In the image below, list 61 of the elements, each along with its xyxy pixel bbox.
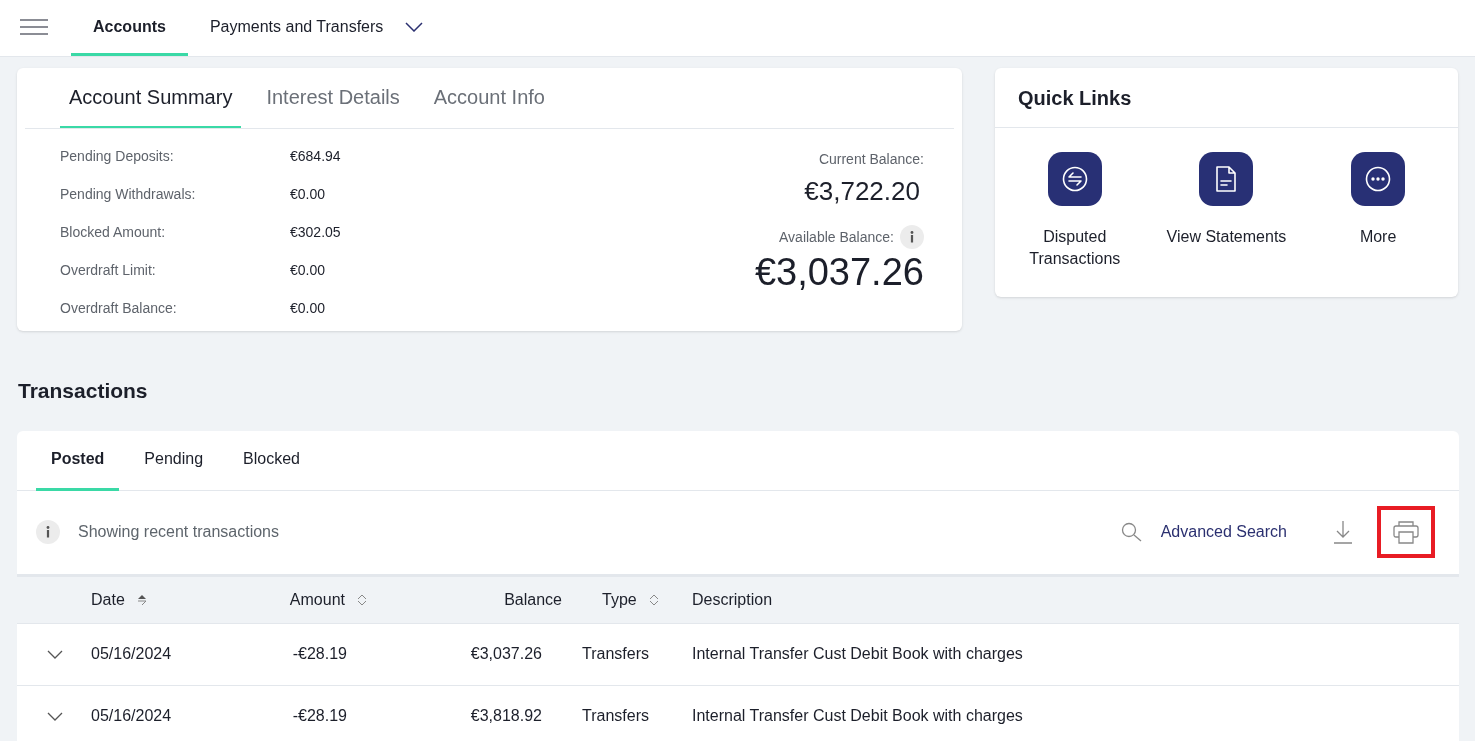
detail-label: Blocked Amount:: [60, 223, 167, 242]
column-header[interactable]: Amount: [289, 587, 345, 612]
available-balance-label: Available Balance:: [779, 227, 894, 247]
table-cell: Transfers: [582, 645, 649, 662]
detail-value: €302.05: [290, 223, 341, 242]
nav-tab[interactable]: Accounts: [71, 0, 188, 56]
table-cell: Transfers: [582, 707, 649, 724]
exchange-arrows-icon: [1060, 165, 1089, 193]
available-balance-value: €3,037.26: [754, 250, 924, 295]
detail-label: Pending Deposits:: [60, 147, 175, 166]
column-header: Balance: [504, 589, 562, 610]
transactions-tab[interactable]: Blocked: [228, 430, 315, 491]
notice-text: Showing recent transactions: [78, 522, 279, 542]
table-cell: 05/16/2024: [91, 707, 172, 724]
current-balance-value: €3,722.20: [804, 175, 920, 208]
download-icon[interactable]: [1333, 520, 1353, 544]
quick-link-label: More: [1358, 227, 1398, 247]
column-header: Description: [692, 589, 773, 610]
column-header[interactable]: Type: [602, 587, 637, 612]
detail-value: €684.94: [290, 147, 341, 166]
info-icon[interactable]: [36, 520, 60, 544]
quick-link-label: View Statements: [1165, 227, 1288, 247]
sort-icon[interactable]: [136, 593, 147, 606]
document-icon: [1214, 165, 1239, 193]
expand-chevron-icon[interactable]: [47, 649, 63, 659]
quick-links-title: Quick Links: [1017, 85, 1132, 111]
table-cell: -€28.19: [292, 645, 347, 662]
card-tab[interactable]: Account Summary: [60, 68, 242, 128]
detail-value: €0.00: [290, 185, 326, 204]
transactions-title: Transactions: [18, 378, 149, 404]
card-tab[interactable]: Interest Details: [257, 68, 409, 128]
more-icon: [1364, 165, 1393, 193]
detail-value: €0.00: [290, 261, 326, 280]
detail-value: €0.00: [290, 299, 326, 318]
quick-link[interactable]: Disputed Transactions: [999, 152, 1150, 270]
column-header[interactable]: Date: [91, 587, 125, 612]
advanced-search-link[interactable]: Advanced Search: [1160, 520, 1287, 544]
nav-tab[interactable]: Payments and Transfers: [187, 0, 446, 56]
transactions-tab[interactable]: Posted: [36, 430, 120, 491]
table-cell: Internal Transfer Cust Debit Book with charges: [692, 707, 1023, 724]
quick-link[interactable]: View Statements: [1151, 152, 1302, 270]
sort-icon[interactable]: [648, 593, 659, 606]
quick-link[interactable]: More: [1303, 152, 1454, 270]
detail-label: Pending Withdrawals:: [60, 185, 197, 204]
table-cell: 05/16/2024: [91, 645, 172, 662]
detail-label: Overdraft Limit:: [60, 261, 157, 280]
transactions-tab[interactable]: Pending: [129, 430, 219, 491]
sort-icon[interactable]: [357, 593, 367, 606]
table-cell: €3,818.92: [470, 707, 542, 724]
expand-chevron-icon[interactable]: [47, 711, 63, 721]
search-icon[interactable]: [1120, 522, 1143, 542]
info-icon[interactable]: [899, 225, 924, 249]
current-balance-label: Current Balance:: [818, 150, 924, 169]
table-cell: Internal Transfer Cust Debit Book with charges: [692, 645, 1023, 662]
menu-icon[interactable]: [20, 19, 48, 35]
card-tab[interactable]: Account Info: [424, 68, 554, 128]
printer-icon[interactable]: [1393, 520, 1419, 544]
detail-label: Overdraft Balance:: [60, 299, 178, 318]
table-cell: €3,037.26: [470, 645, 542, 662]
table-cell: -€28.19: [292, 707, 347, 724]
quick-link-label: Disputed Transactions: [1028, 227, 1122, 269]
